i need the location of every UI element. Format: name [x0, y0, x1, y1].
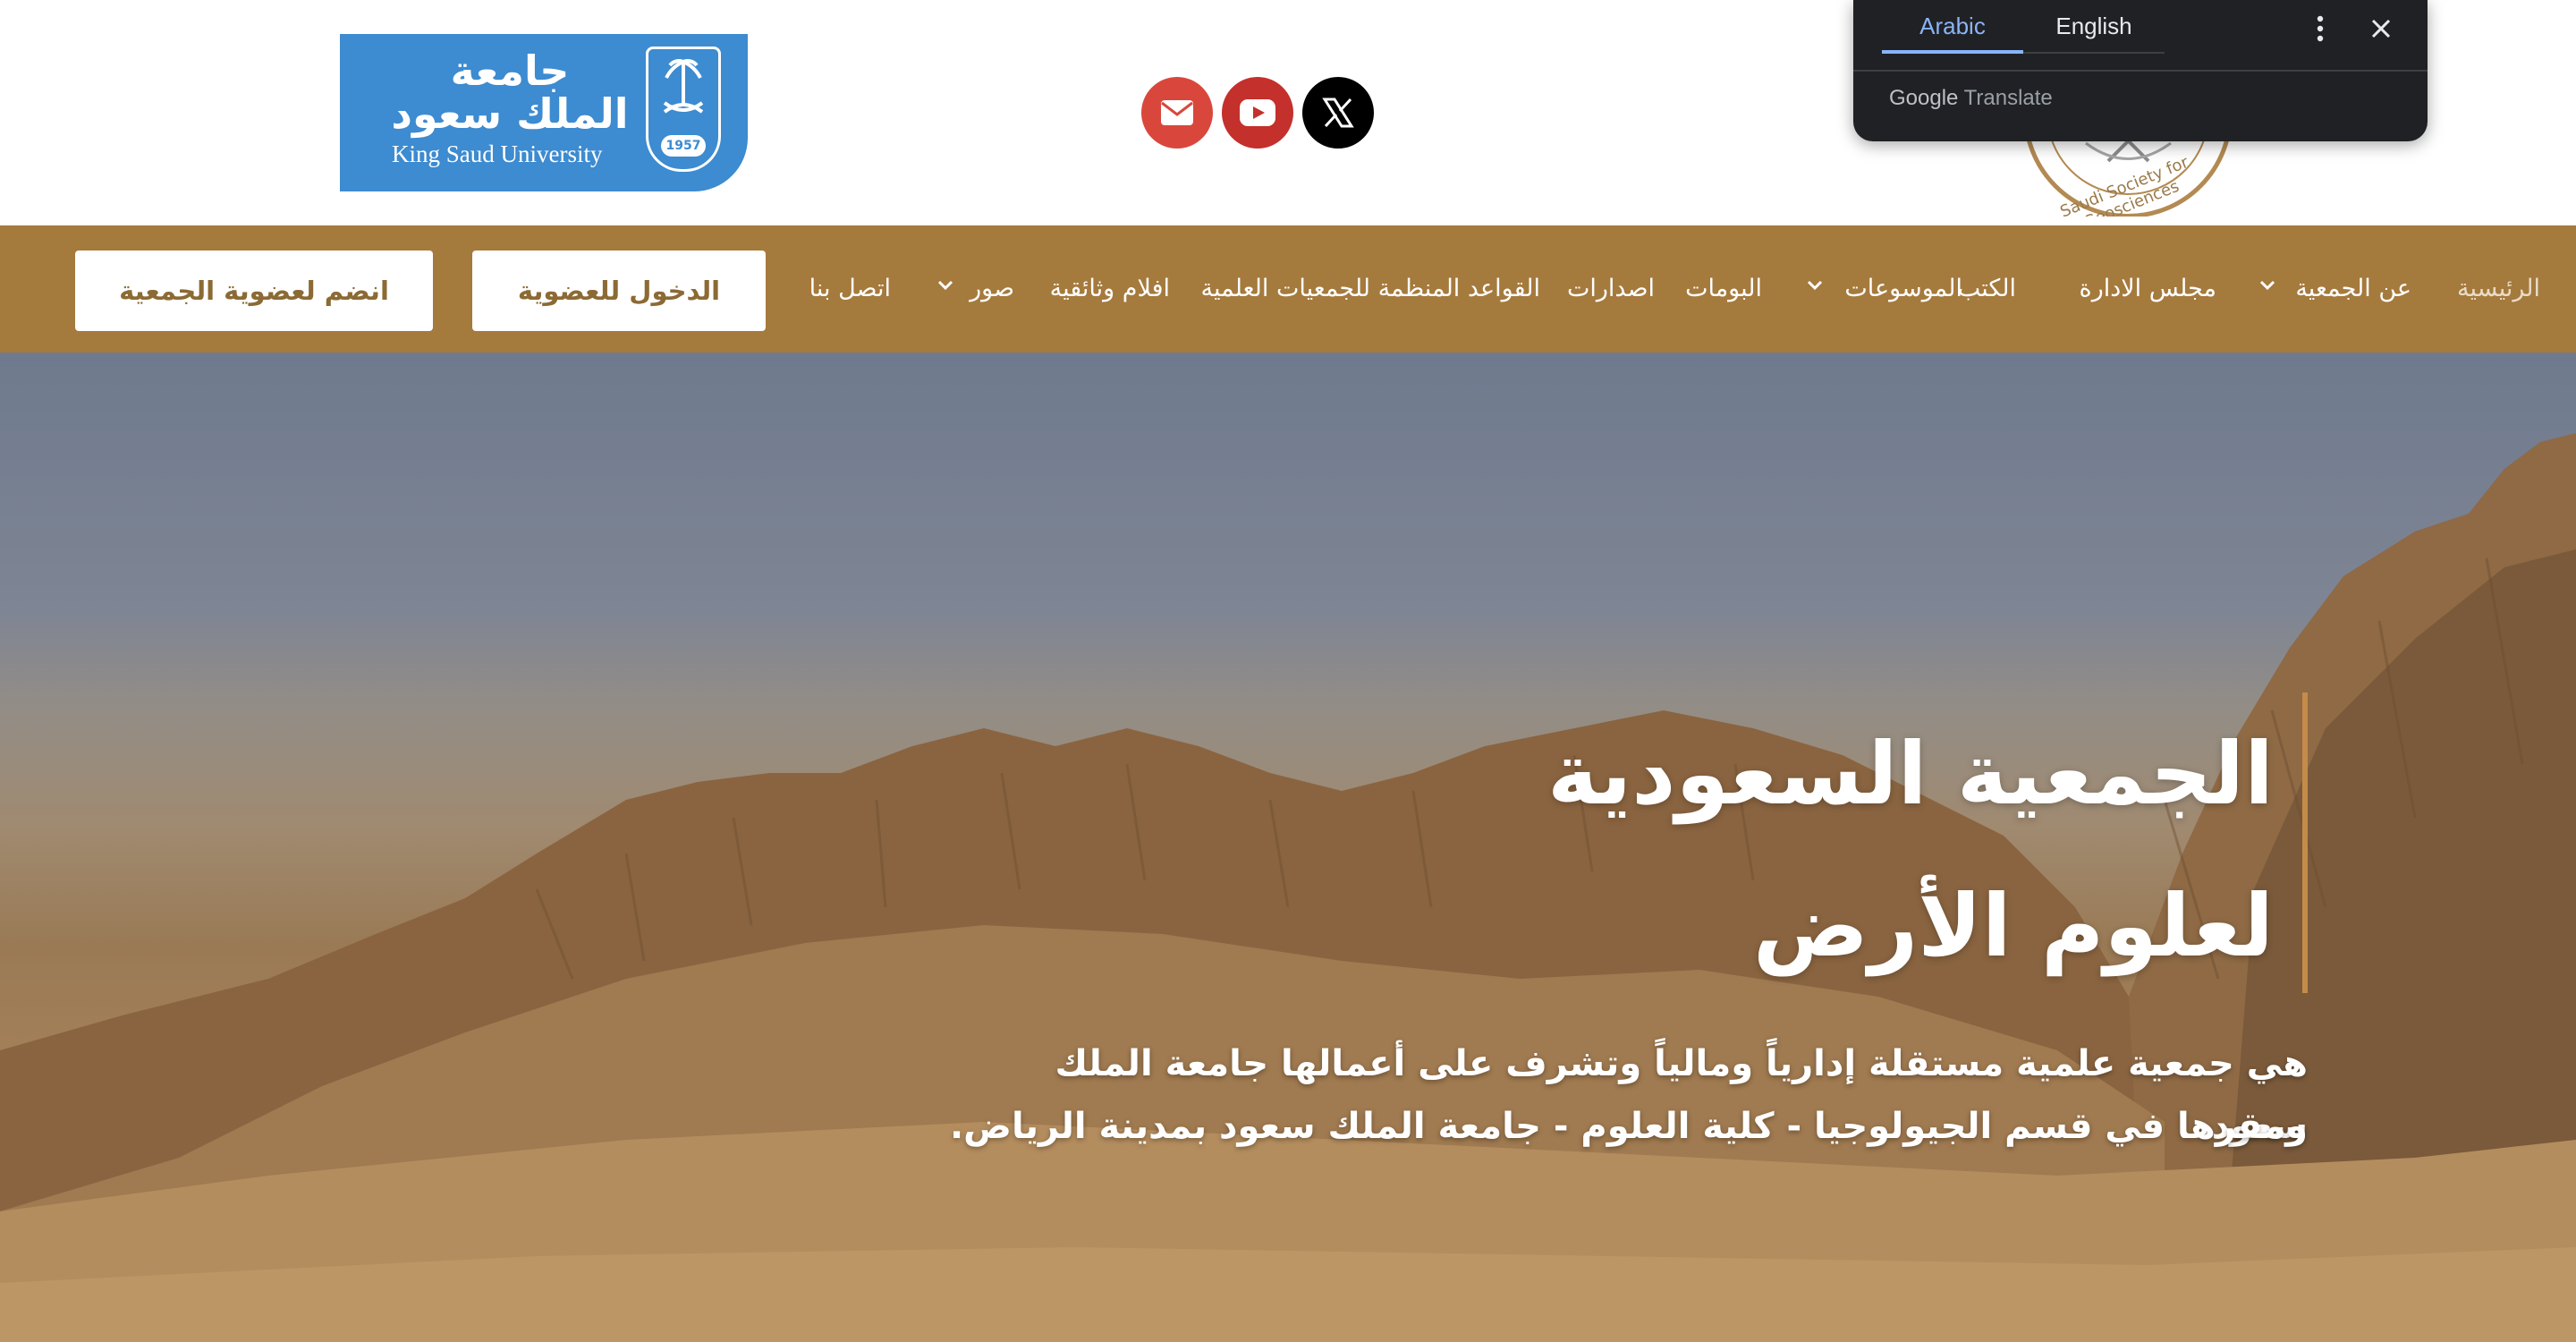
youtube-icon	[1240, 99, 1275, 126]
ksu-logo[interactable]: جامعة الملك سعود King Saud University 19…	[340, 34, 748, 191]
ksu-logo-english: King Saud University	[392, 140, 603, 167]
nav-item-home[interactable]: الرئيسية	[2457, 225, 2540, 352]
chevron-down-icon[interactable]	[1805, 276, 1825, 295]
hero-section: الجمعية السعودية لعلوم الأرض هي جمعية عل…	[0, 352, 2576, 1342]
nav-item-about[interactable]: عن الجمعية	[2295, 225, 2411, 352]
nav-item-books[interactable]: الكتب	[1958, 225, 2016, 352]
nav-item-regulations[interactable]: القواعد المنظمة للجمعيات العلمية	[1200, 225, 1540, 352]
translate-divider	[1853, 70, 2428, 72]
brand-translate: Translate	[1963, 86, 2053, 110]
nav-item-documentaries[interactable]: افلام وثائقية	[1050, 225, 1170, 352]
hero-title-line1: الجمعية السعودية	[1546, 724, 2274, 824]
ksu-logo-year: 1957	[661, 135, 706, 157]
brand-google: Google	[1889, 86, 1959, 110]
login-membership-button[interactable]: الدخول للعضوية	[472, 251, 766, 331]
chevron-down-icon[interactable]	[2258, 276, 2277, 295]
hero-accent-bar	[2302, 692, 2308, 993]
site-header: جامعة الملك سعود King Saud University 19…	[0, 0, 2576, 225]
google-translate-brand: Google Translate	[1889, 86, 2053, 111]
google-translate-popup: Arabic English Google Translate	[1853, 0, 2428, 141]
nav-item-board[interactable]: مجلس الادارة	[2080, 225, 2216, 352]
palm-swords-emblem-icon: 1957	[646, 47, 721, 172]
ksu-logo-arabic-line2: الملك سعود	[391, 89, 629, 138]
hero-description-line2: ومقرها في قسم الجيولوجيا - كلية العلوم -…	[949, 1106, 2308, 1147]
nav-item-albums[interactable]: البومات	[1685, 225, 1762, 352]
hero-title-line2: لعلوم الأرض	[1752, 876, 2274, 976]
ksu-logo-arabic-line1: جامعة	[450, 47, 570, 95]
main-nav: الرئيسية عن الجمعية مجلس الادارة الكتب ا…	[0, 225, 2576, 352]
nav-item-photos[interactable]: صور	[970, 225, 1014, 352]
more-options-icon[interactable]	[2299, 7, 2342, 50]
x-logo-icon	[1322, 98, 1354, 128]
envelope-icon	[1161, 100, 1193, 125]
youtube-social-button[interactable]	[1222, 77, 1293, 149]
x-social-button[interactable]	[1302, 77, 1374, 149]
translate-tab-arabic[interactable]: Arabic	[1882, 0, 2023, 54]
nav-item-contact[interactable]: اتصل بنا	[809, 225, 891, 352]
desert-rocks-background	[0, 433, 2576, 1342]
nav-item-publications[interactable]: اصدارات	[1567, 225, 1655, 352]
nav-item-encyclopedias[interactable]: الموسوعات	[1844, 225, 1962, 352]
chevron-down-icon[interactable]	[936, 276, 955, 295]
close-icon[interactable]	[2360, 7, 2402, 50]
join-membership-button[interactable]: انضم لعضوية الجمعية	[75, 251, 433, 331]
email-social-button[interactable]	[1141, 77, 1213, 149]
translate-tab-english[interactable]: English	[2023, 0, 2165, 54]
